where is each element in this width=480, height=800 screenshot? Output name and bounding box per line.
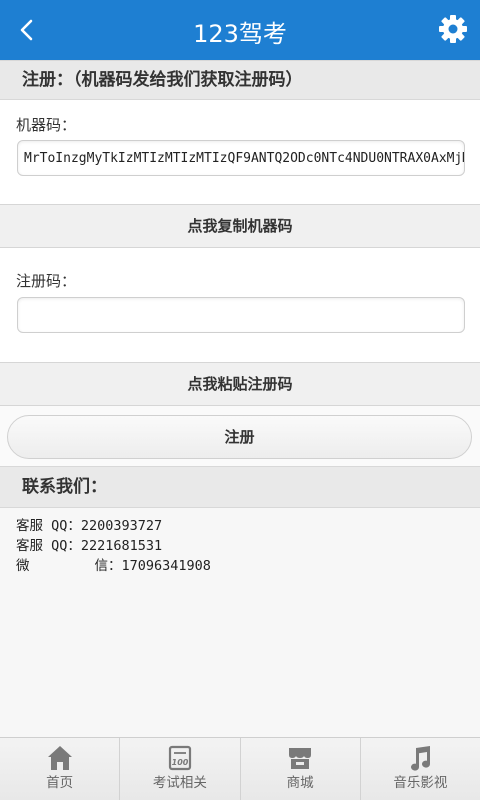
- music-note-icon: [411, 746, 431, 771]
- tab-music[interactable]: 音乐影视: [361, 738, 480, 800]
- tab-exam[interactable]: 100 考试相关: [120, 738, 241, 800]
- exam-paper-icon: 100: [168, 745, 191, 771]
- svg-text:100: 100: [172, 758, 189, 767]
- bottom-tab-bar: 首页 100 考试相关 商城 音乐影视: [0, 737, 480, 800]
- register-button[interactable]: 注册: [7, 415, 472, 459]
- contact-section-header: 联系我们：: [0, 466, 480, 508]
- machine-code-label: 机器码：: [16, 116, 77, 134]
- submit-area: 注册: [0, 406, 480, 466]
- home-icon: [47, 746, 72, 770]
- tab-home-label: 首页: [46, 775, 74, 791]
- reg-code-field[interactable]: [17, 297, 465, 333]
- reg-code-label: 注册码：: [16, 272, 77, 290]
- machine-code-card: 机器码： MrToInzgMyTkIzMTIzMTIzMTIzQF9ANTQ2O…: [0, 100, 480, 204]
- contact-info: 客服 QQ：2200393727 客服 QQ：2221681531 微 信：17…: [16, 516, 211, 576]
- tab-exam-label: 考试相关: [152, 775, 207, 791]
- contact-line-qq1: 客服 QQ：2200393727: [16, 518, 163, 534]
- register-section-header: 注册：（机器码发给我们获取注册码）: [0, 60, 480, 100]
- contact-line-wechat: 微 信：17096341908: [16, 558, 211, 574]
- machine-code-field[interactable]: MrToInzgMyTkIzMTIzMTIzMTIzQF9ANTQ2ODc0NT…: [17, 140, 465, 176]
- paste-reg-code-button[interactable]: 点我粘贴注册码: [0, 362, 480, 406]
- contact-section-title: 联系我们：: [22, 477, 107, 497]
- tab-store[interactable]: 商城: [241, 738, 361, 800]
- app-header: 123驾考: [0, 0, 480, 60]
- reg-code-card: 注册码：: [0, 248, 480, 362]
- register-section-title: 注册：（机器码发给我们获取注册码）: [22, 70, 303, 90]
- tab-music-label: 音乐影视: [393, 775, 448, 791]
- tab-store-label: 商城: [286, 775, 314, 791]
- copy-machine-code-button[interactable]: 点我复制机器码: [0, 204, 480, 248]
- gear-icon[interactable]: [438, 14, 468, 44]
- store-icon: [289, 748, 312, 769]
- contact-line-qq2: 客服 QQ：2221681531: [16, 538, 163, 554]
- page-title: 123驾考: [193, 20, 287, 48]
- tab-home[interactable]: 首页: [0, 738, 121, 800]
